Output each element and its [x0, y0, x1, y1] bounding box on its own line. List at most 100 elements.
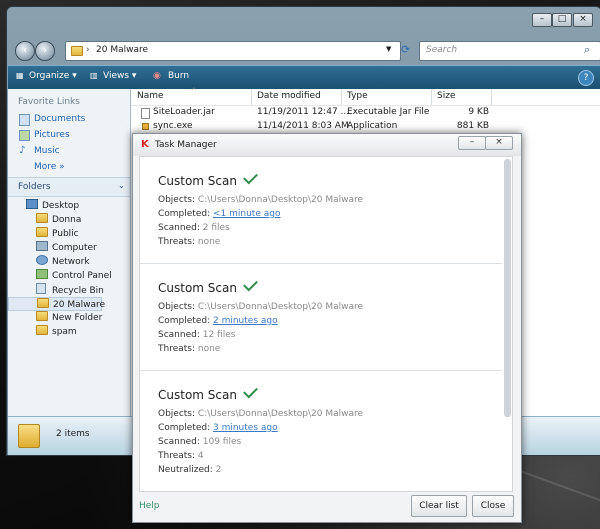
dialog-title: Task Manager [155, 140, 217, 150]
minimize-button[interactable]: – [532, 13, 552, 27]
breadcrumb-current[interactable]: 20 Malware [96, 45, 148, 55]
folder-icon [36, 227, 48, 237]
scrollbar-thumb[interactable] [504, 159, 511, 417]
folder-large-icon [18, 424, 40, 448]
favorite-link-documents[interactable]: Documents [34, 114, 85, 124]
folder-icon [36, 311, 48, 321]
scan-card: Custom Scan Objects: C:\Users\Donna\Desk… [140, 157, 502, 264]
column-type[interactable]: Type [347, 91, 368, 101]
wallpaper-streak [519, 470, 600, 513]
folders-header[interactable]: Folders ⌄ [8, 177, 130, 197]
tree-item-20-malware[interactable]: 20 Malware [8, 297, 105, 311]
scan-threats: none [197, 237, 221, 247]
chevron-down-icon: ⌄ [118, 181, 125, 190]
recycle-bin-icon [36, 283, 46, 294]
folder-icon [37, 298, 49, 308]
music-icon: ♪ [19, 145, 26, 156]
refresh-icon[interactable]: ⟳ [401, 43, 410, 56]
tree-item-public[interactable]: Public [8, 227, 79, 241]
help-icon[interactable]: ? [578, 70, 594, 86]
folder-tree: Desktop Donna Public Computer Network Co… [8, 199, 130, 349]
scan-neutralized: 2 [215, 465, 222, 475]
column-date-modified[interactable]: Date modified [257, 91, 321, 101]
scan-completed-link[interactable]: 3 minutes ago [213, 423, 278, 433]
dialog-close-button[interactable]: × [485, 136, 513, 150]
scan-objects: C:\Users\Donna\Desktop\20 Malware [197, 409, 364, 419]
search-placeholder: Search [426, 45, 458, 55]
maximize-button[interactable]: □ [552, 13, 572, 27]
file-name: SiteLoader.jar [153, 107, 215, 117]
column-name[interactable]: Name [137, 91, 164, 101]
folders-label: Folders [18, 182, 51, 192]
pictures-icon [19, 130, 30, 141]
file-name: sync.exe [153, 121, 193, 131]
scan-title: Custom Scan [158, 276, 258, 295]
organize-button[interactable]: Organize ▾ [29, 71, 77, 81]
forward-button[interactable]: › [35, 41, 55, 61]
task-manager-dialog: K Task Manager – × Custom Scan Objects: … [132, 133, 522, 523]
tree-item-computer[interactable]: Computer [8, 241, 97, 255]
dialog-minimize-button[interactable]: – [458, 136, 486, 150]
column-divider[interactable] [341, 89, 342, 105]
network-icon [36, 255, 48, 265]
scan-threats: none [197, 344, 221, 354]
scan-scanned: 109 files [202, 437, 242, 447]
jar-file-icon [141, 108, 150, 119]
tree-item-new-folder[interactable]: New Folder [8, 311, 102, 325]
scan-threats: 4 [197, 451, 204, 461]
help-link[interactable]: Help [139, 501, 160, 511]
file-type: Application [347, 121, 398, 131]
tree-item-recycle-bin[interactable]: Recycle Bin [8, 283, 104, 297]
back-button[interactable]: ‹ [15, 41, 35, 61]
folder-icon [36, 325, 48, 335]
scan-completed-link[interactable]: <1 minute ago [213, 209, 280, 219]
views-button[interactable]: Views ▾ [103, 71, 136, 81]
scan-card: Custom Scan Objects: C:\Users\Donna\Desk… [140, 264, 502, 371]
task-manager-titlebar[interactable]: K Task Manager – × [133, 134, 521, 156]
table-row[interactable]: sync.exe 11/14/2011 8:03 AM Application … [131, 120, 600, 134]
scan-title: Custom Scan [158, 169, 258, 188]
exe-file-icon [142, 123, 149, 130]
file-type: Executable Jar File [347, 107, 430, 117]
favorite-link-pictures[interactable]: Pictures [34, 130, 70, 140]
scan-history-list: Custom Scan Objects: C:\Users\Donna\Desk… [139, 156, 513, 492]
file-date: 11/19/2011 12:47 ... [257, 107, 350, 117]
check-icon [243, 383, 258, 399]
scan-completed-link[interactable]: 2 minutes ago [213, 316, 278, 326]
scan-objects: C:\Users\Donna\Desktop\20 Malware [197, 302, 364, 312]
file-size: 881 KB [456, 121, 489, 131]
tree-item-network[interactable]: Network [8, 255, 90, 269]
table-row[interactable]: SiteLoader.jar 11/19/2011 12:47 ... Exec… [131, 106, 600, 120]
views-icon: ▥ [90, 71, 98, 80]
tree-item-desktop[interactable]: Desktop [8, 199, 79, 213]
column-size[interactable]: Size [437, 91, 455, 101]
burn-button[interactable]: Burn [168, 71, 189, 81]
clear-list-button[interactable]: Clear list [411, 495, 467, 517]
address-dropdown-icon[interactable]: ▼ [386, 45, 391, 53]
search-icon[interactable]: ⌕ [584, 43, 590, 57]
close-button[interactable]: × [573, 13, 593, 27]
tree-item-spam[interactable]: spam [8, 325, 77, 339]
column-divider[interactable] [251, 89, 252, 105]
check-icon [243, 276, 258, 292]
scan-scanned: 2 files [202, 223, 230, 233]
more-links[interactable]: More » [34, 162, 65, 172]
tree-item-control-panel[interactable]: Control Panel [8, 269, 112, 283]
search-input[interactable]: Search ⌕ [419, 41, 600, 61]
close-dialog-button[interactable]: Close [472, 495, 514, 517]
item-count: 2 items [56, 429, 90, 439]
scan-scanned: 12 files [202, 330, 236, 340]
desktop-icon [26, 199, 38, 209]
column-divider[interactable] [491, 89, 492, 105]
breadcrumb-arrow-icon: › [86, 45, 90, 55]
computer-icon [36, 241, 48, 251]
favorite-link-music[interactable]: Music [34, 146, 60, 156]
folder-icon [71, 46, 83, 56]
favorite-links-heading: Favorite Links [18, 97, 80, 107]
scan-title: Custom Scan [158, 383, 258, 402]
scrollbar[interactable] [504, 159, 511, 489]
column-divider[interactable] [431, 89, 432, 105]
burn-icon: ◉ [153, 71, 161, 81]
tree-item-donna[interactable]: Donna [8, 213, 81, 227]
address-bar[interactable]: › 20 Malware ▼ [65, 41, 401, 61]
